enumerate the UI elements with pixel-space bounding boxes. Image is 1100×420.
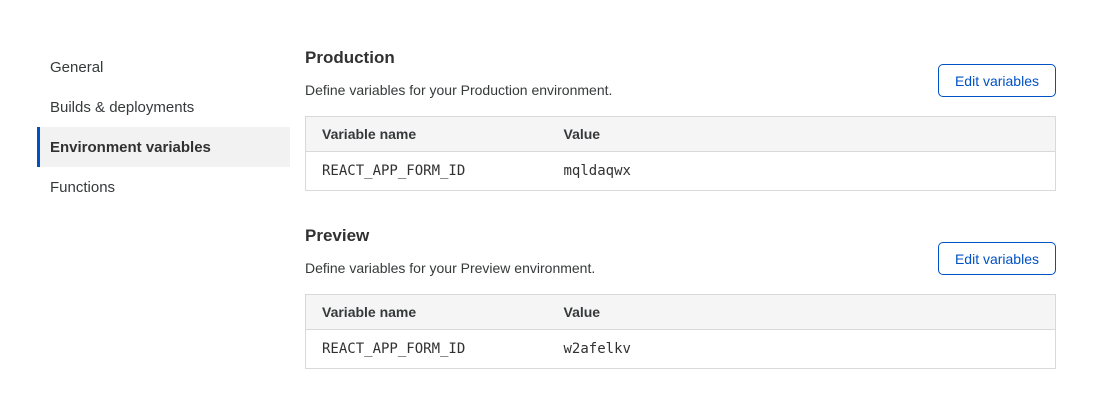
variable-name-column-header: Variable name bbox=[306, 295, 548, 330]
variable-value-cell: mqldaqwx bbox=[548, 152, 1056, 191]
sidebar-item-functions[interactable]: Functions bbox=[37, 167, 290, 207]
sidebar-item-general[interactable]: General bbox=[37, 47, 290, 87]
preview-variables-table: Variable name Value REACT_APP_FORM_ID w2… bbox=[305, 294, 1056, 369]
table-row: REACT_APP_FORM_ID mqldaqwx bbox=[306, 152, 1056, 191]
variable-name-cell: REACT_APP_FORM_ID bbox=[306, 152, 548, 191]
preview-edit-variables-button[interactable]: Edit variables bbox=[938, 242, 1056, 275]
variable-value-cell: w2afelkv bbox=[548, 330, 1056, 369]
variable-name-cell: REACT_APP_FORM_ID bbox=[306, 330, 548, 369]
sidebar-item-environment-variables[interactable]: Environment variables bbox=[37, 127, 290, 167]
production-variables-table: Variable name Value REACT_APP_FORM_ID mq… bbox=[305, 116, 1056, 191]
environment-variables-panel: Production Define variables for your Pro… bbox=[305, 48, 1056, 369]
variable-name-column-header: Variable name bbox=[306, 117, 548, 152]
production-section: Production Define variables for your Pro… bbox=[305, 48, 1056, 191]
table-row: REACT_APP_FORM_ID w2afelkv bbox=[306, 330, 1056, 369]
table-header-row: Variable name Value bbox=[306, 117, 1056, 152]
production-edit-variables-button[interactable]: Edit variables bbox=[938, 64, 1056, 97]
value-column-header: Value bbox=[548, 117, 1056, 152]
preview-section: Preview Define variables for your Previe… bbox=[305, 226, 1056, 369]
table-header-row: Variable name Value bbox=[306, 295, 1056, 330]
sidebar-item-builds-deployments[interactable]: Builds & deployments bbox=[37, 87, 290, 127]
value-column-header: Value bbox=[548, 295, 1056, 330]
settings-sidebar: General Builds & deployments Environment… bbox=[37, 47, 290, 207]
